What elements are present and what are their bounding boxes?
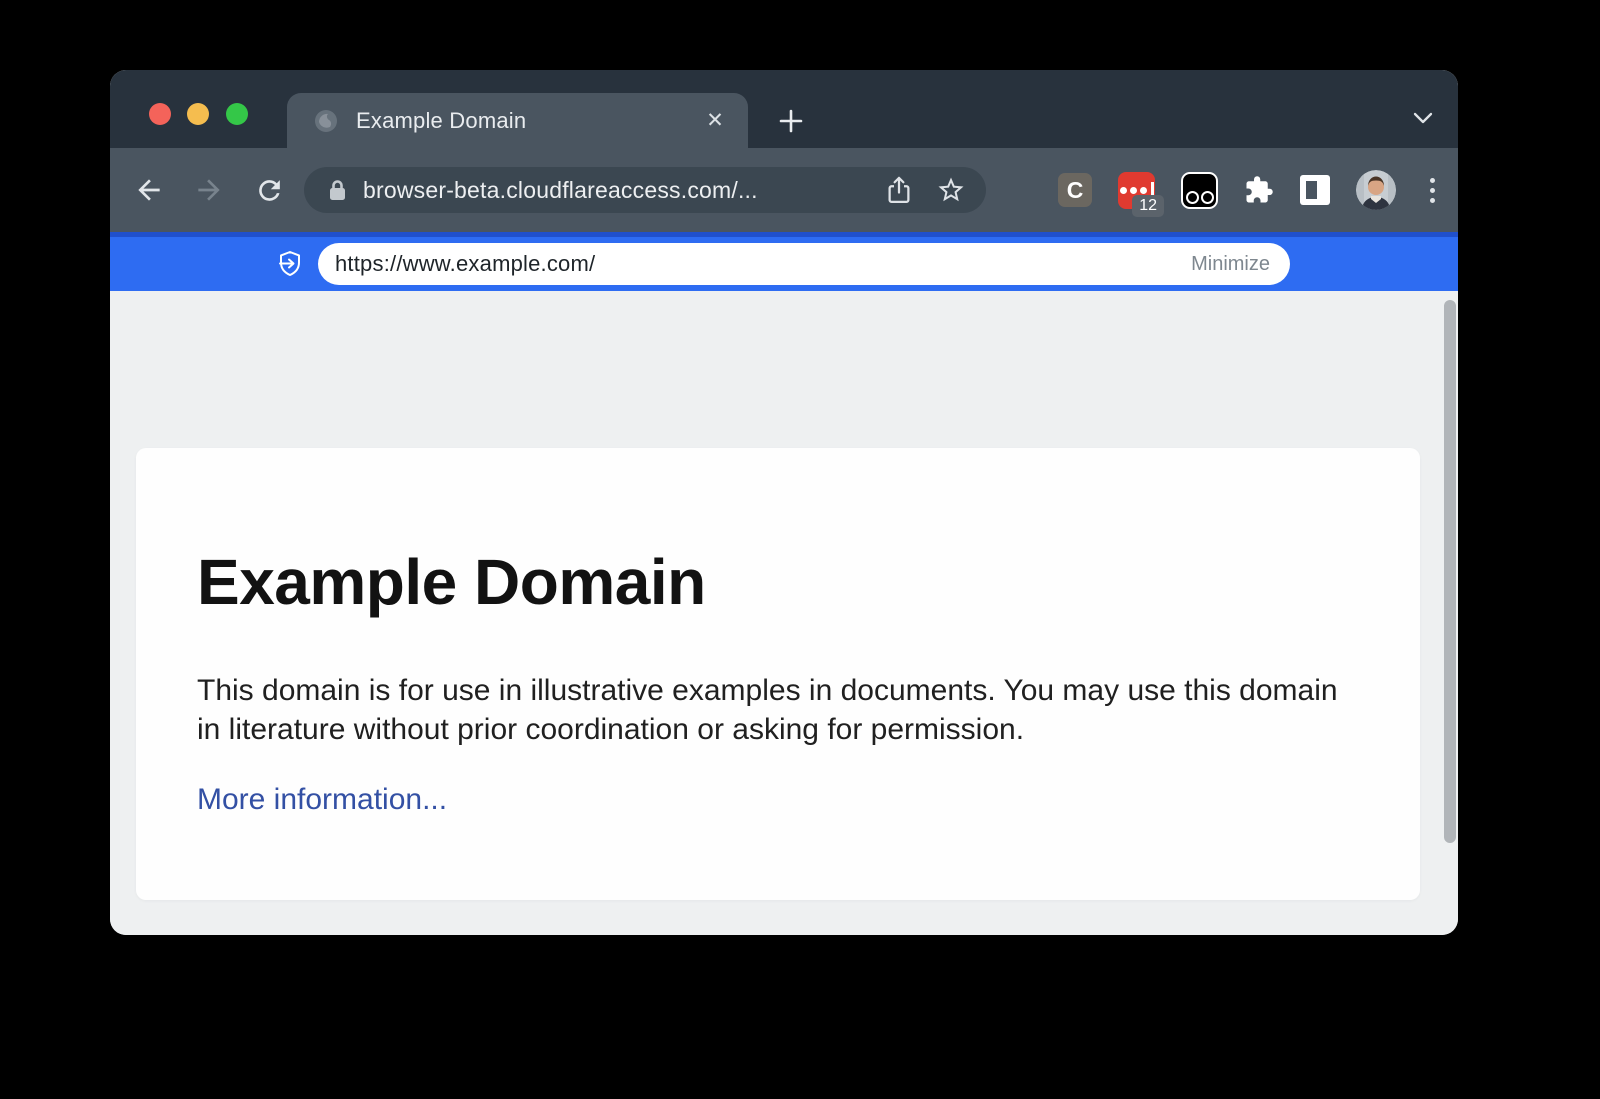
extension-goggles-button[interactable] bbox=[1181, 172, 1218, 209]
bookmark-star-icon[interactable] bbox=[936, 175, 966, 205]
scrollbar-thumb[interactable] bbox=[1444, 300, 1456, 843]
side-panel-button[interactable] bbox=[1300, 175, 1330, 205]
page-viewport: Example Domain This domain is for use in… bbox=[110, 291, 1458, 935]
plus-icon bbox=[778, 108, 804, 134]
browser-toolbar: browser-beta.cloudflareaccess.com/... C … bbox=[110, 148, 1458, 232]
share-icon[interactable] bbox=[884, 175, 914, 205]
browser-window: Example Domain ✕ bbox=[110, 70, 1458, 935]
tab-title: Example Domain bbox=[356, 108, 700, 134]
content-card: Example Domain This domain is for use in… bbox=[136, 448, 1420, 900]
extensions-cluster: C 12 bbox=[1058, 170, 1442, 210]
goggle-lens-icon bbox=[1186, 191, 1199, 204]
tab-example-domain[interactable]: Example Domain ✕ bbox=[287, 93, 748, 148]
minimize-button[interactable]: Minimize bbox=[1191, 253, 1270, 276]
page-paragraph: This domain is for use in illustrative e… bbox=[197, 671, 1359, 749]
reload-icon bbox=[254, 175, 285, 206]
back-button[interactable] bbox=[126, 167, 172, 213]
tab-search-chevron-button[interactable] bbox=[1411, 106, 1435, 130]
extension-c-button[interactable]: C bbox=[1058, 173, 1092, 207]
dot-icon bbox=[1140, 187, 1147, 194]
browser-menu-button[interactable] bbox=[1422, 173, 1442, 207]
forward-arrow-icon bbox=[193, 174, 225, 206]
dot-icon bbox=[1120, 187, 1127, 194]
forward-button[interactable] bbox=[186, 167, 232, 213]
dot-icon bbox=[1130, 187, 1137, 194]
traffic-light-close-button[interactable] bbox=[149, 103, 171, 125]
extensions-puzzle-button[interactable] bbox=[1244, 175, 1274, 205]
profile-avatar[interactable] bbox=[1356, 170, 1396, 210]
extension-password-manager-button[interactable]: 12 bbox=[1118, 172, 1155, 209]
isolation-shield-icon bbox=[274, 248, 306, 280]
remote-browser-bar: https://www.example.com/ Minimize bbox=[110, 232, 1458, 291]
kebab-dot-icon bbox=[1430, 188, 1435, 193]
traffic-light-zoom-button[interactable] bbox=[226, 103, 248, 125]
lock-icon bbox=[328, 178, 347, 202]
back-arrow-icon bbox=[133, 174, 165, 206]
tab-strip: Example Domain ✕ bbox=[110, 70, 1458, 148]
remote-url-text: https://www.example.com/ bbox=[335, 251, 1191, 277]
page-heading: Example Domain bbox=[197, 544, 1359, 621]
address-url-text: browser-beta.cloudflareaccess.com/... bbox=[363, 177, 862, 204]
traffic-light-minimize-button[interactable] bbox=[187, 103, 209, 125]
side-panel-icon bbox=[1306, 181, 1317, 199]
goggle-lens-icon bbox=[1201, 191, 1214, 204]
globe-favicon-icon bbox=[313, 108, 339, 134]
avatar-photo bbox=[1356, 170, 1396, 210]
new-tab-button[interactable] bbox=[772, 102, 810, 140]
remote-url-input[interactable]: https://www.example.com/ Minimize bbox=[318, 243, 1290, 285]
tab-close-icon[interactable]: ✕ bbox=[700, 106, 730, 136]
kebab-dot-icon bbox=[1430, 178, 1435, 183]
chevron-down-icon bbox=[1411, 106, 1435, 130]
address-bar[interactable]: browser-beta.cloudflareaccess.com/... bbox=[304, 167, 986, 213]
reload-button[interactable] bbox=[246, 167, 292, 213]
extension-count-badge: 12 bbox=[1132, 195, 1164, 217]
kebab-dot-icon bbox=[1430, 198, 1435, 203]
more-information-link[interactable]: More information... bbox=[197, 783, 447, 817]
